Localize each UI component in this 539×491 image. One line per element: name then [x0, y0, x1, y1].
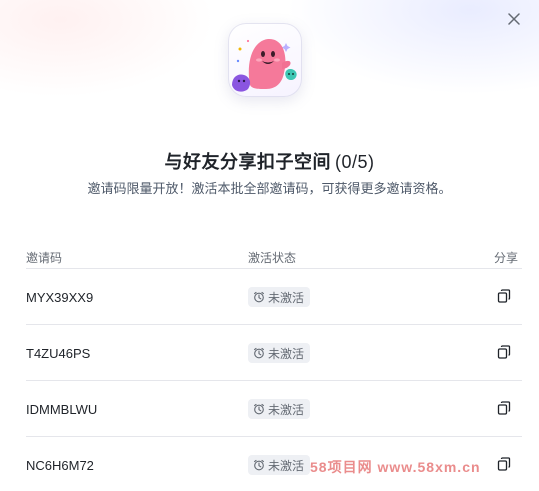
clock-icon — [254, 459, 264, 471]
table-header: 邀请码 激活状态 分享 — [26, 246, 522, 269]
invite-count: (0/5) — [334, 152, 375, 172]
status-label: 未激活 — [268, 402, 305, 417]
close-icon[interactable] — [505, 10, 523, 28]
status-badge: 未激活 — [248, 343, 311, 363]
invite-code: MYX39XX9 — [26, 290, 94, 305]
clock-icon — [254, 347, 264, 359]
clock-icon — [254, 291, 264, 303]
copy-icon[interactable] — [496, 344, 512, 360]
table-row: MYX39XX9 未激活 — [26, 269, 522, 325]
invite-code: T4ZU46PS — [26, 346, 91, 361]
dialog-title: 与好友分享扣子空间 (0/5) — [0, 148, 539, 174]
table-row: IDMMBLWU 未激活 — [26, 381, 522, 437]
status-label: 未激活 — [268, 346, 305, 361]
watermark: 58项目网 www.58xm.cn — [310, 459, 481, 475]
table-row: T4ZU46PS 未激活 — [26, 325, 522, 381]
copy-icon[interactable] — [496, 456, 512, 472]
dialog-title-text: 与好友分享扣子空间 — [164, 152, 331, 172]
mascot-illustration — [228, 23, 302, 97]
status-label: 未激活 — [268, 290, 305, 305]
copy-icon[interactable] — [496, 288, 512, 304]
column-header-status: 激活状态 — [248, 251, 297, 265]
column-header-code: 邀请码 — [26, 251, 63, 265]
invite-code-table: 邀请码 激活状态 分享 MYX39XX9 未激活 T4ZU46PS 未激活 ID… — [26, 246, 522, 491]
share-dialog: 与好友分享扣子空间 (0/5) 邀请码限量开放！激活本批全部邀请码，可获得更多邀请… — [0, 0, 539, 491]
invite-code: NC6H6M72 — [26, 458, 94, 473]
dialog-subtitle: 邀请码限量开放！激活本批全部邀请码，可获得更多邀请资格。 — [87, 181, 452, 196]
status-badge: 未激活 — [248, 455, 311, 475]
copy-icon[interactable] — [496, 400, 512, 416]
invite-code: IDMMBLWU — [26, 402, 98, 417]
status-label: 未激活 — [268, 458, 305, 473]
status-badge: 未激活 — [248, 399, 311, 419]
clock-icon — [254, 403, 264, 415]
status-badge: 未激活 — [248, 287, 311, 307]
column-header-share: 分享 — [493, 251, 518, 265]
